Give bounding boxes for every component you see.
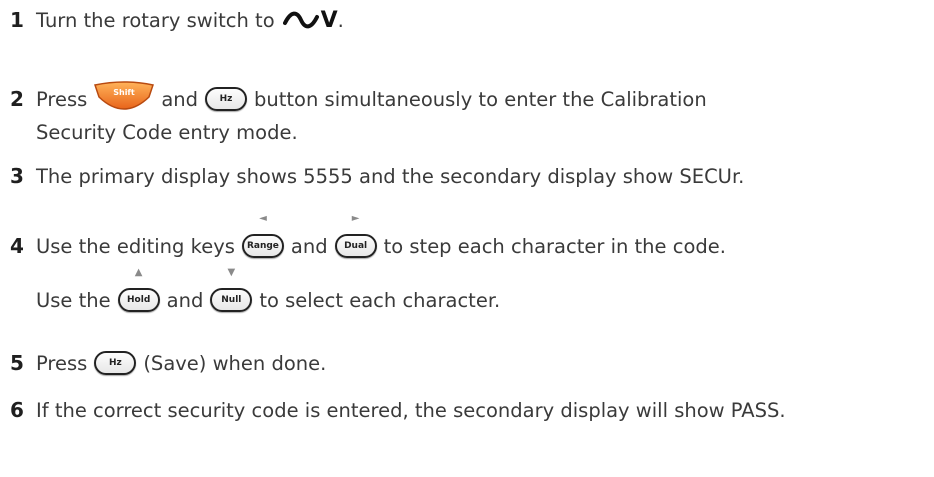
step-text: If the correct security code is entered,… — [36, 398, 786, 422]
range-label: Range — [246, 241, 279, 251]
range-button[interactable]: Range — [241, 234, 284, 258]
hz-button[interactable]: Hz — [94, 351, 137, 375]
hz-label: Hz — [108, 358, 122, 368]
step-text: Use the editing keys — [36, 234, 235, 258]
null-label: Null — [221, 295, 242, 305]
step-text: Press — [36, 87, 88, 111]
hold-button[interactable]: Hold — [117, 288, 160, 312]
step-text: Use the — [36, 288, 111, 312]
step-number: 5 — [10, 351, 24, 375]
step-text-and: and — [161, 87, 199, 111]
right-arrow-icon: ► — [351, 213, 360, 224]
left-arrow-icon: ◄ — [259, 213, 267, 224]
hz-button[interactable]: Hz — [205, 87, 248, 111]
hz-label: Hz — [219, 94, 233, 104]
step-number: 3 — [10, 164, 24, 188]
voltage-symbol: V — [320, 7, 338, 33]
step-number: 6 — [10, 398, 24, 422]
step-text-and: and — [166, 288, 204, 312]
step-text-cont: (Save) when done. — [143, 351, 327, 375]
step-number: 1 — [10, 8, 24, 32]
step-text: Security Code entry mode. — [36, 120, 298, 144]
step-text-cont: to step each character in the code. — [383, 234, 726, 258]
step-text-and: and — [290, 234, 328, 258]
step-text-cont: to select each character. — [259, 288, 501, 312]
dual-label: Dual — [344, 241, 368, 251]
step-text: The primary display shows 5555 and the s… — [36, 164, 745, 188]
step-text: Turn the rotary switch to — [36, 8, 275, 32]
step-text-cont: button simultaneously to enter the Calib… — [254, 87, 707, 111]
step-number: 4 — [10, 234, 24, 258]
step-number: 2 — [10, 87, 24, 111]
up-arrow-icon: ▲ — [134, 267, 143, 278]
step-text: Press — [36, 351, 88, 375]
dual-button[interactable]: Dual — [334, 234, 377, 258]
down-arrow-icon: ▼ — [227, 267, 236, 278]
null-button[interactable]: Null — [210, 288, 253, 312]
step-text-end: . — [337, 8, 344, 32]
shift-button[interactable]: Shift — [93, 81, 155, 117]
tilde-wave-icon — [282, 11, 319, 29]
hold-label: Hold — [127, 295, 151, 305]
shift-label: Shift — [114, 88, 136, 97]
